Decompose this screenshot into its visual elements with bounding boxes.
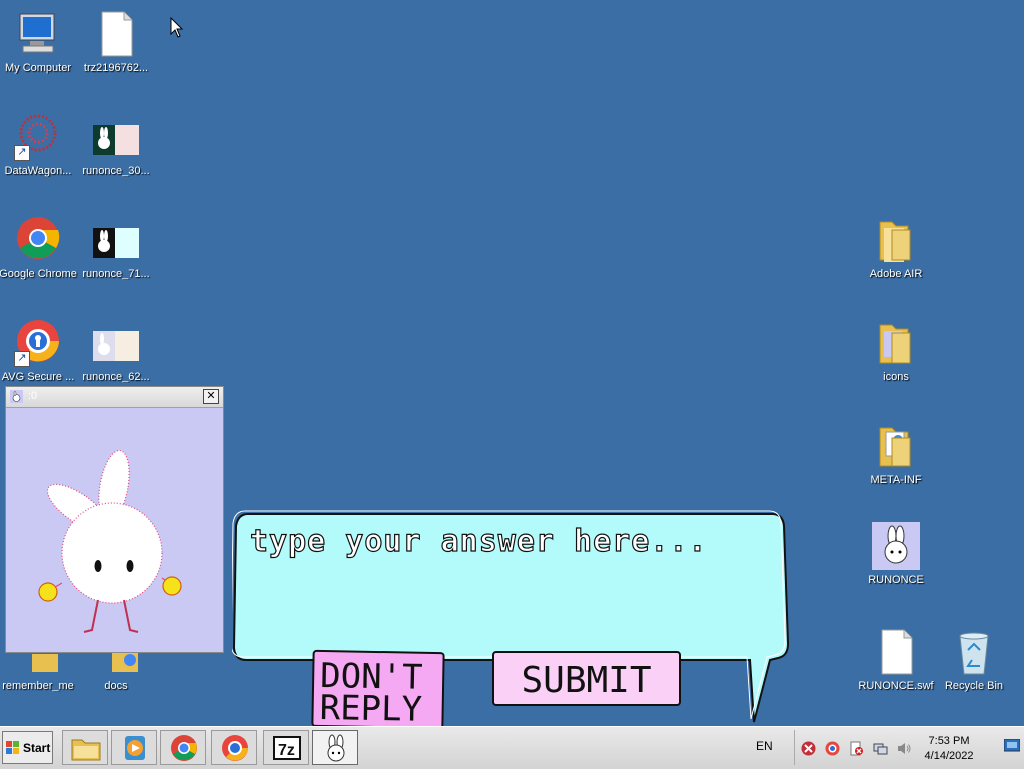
chrome-icon	[14, 216, 62, 264]
language-indicator[interactable]: EN	[756, 739, 773, 753]
popup-titlebar[interactable]: :0 ✕	[6, 387, 223, 408]
bunny-app-icon	[327, 734, 345, 762]
close-icon: ✕	[206, 390, 216, 402]
taskbar-file-explorer[interactable]	[62, 730, 108, 765]
mouse-cursor-icon	[170, 17, 184, 38]
close-button[interactable]: ✕	[203, 389, 219, 404]
desktop-icon-adobe-air[interactable]: Adobe AIR	[856, 216, 936, 280]
taskbar-7zip[interactable]: 7z	[263, 730, 309, 765]
desktop-icon-runonce-30[interactable]: runonce_30...	[76, 113, 156, 177]
7zip-icon: 7z	[273, 736, 301, 760]
shortcut-arrow-icon: ↗	[14, 351, 30, 367]
datawagon-icon: ↗	[14, 113, 62, 161]
start-label: Start	[23, 741, 51, 755]
recycle-bin-icon	[950, 628, 998, 676]
submit-button[interactable]: SUBMIT	[492, 651, 681, 706]
start-button[interactable]: Start	[2, 731, 53, 764]
avg-browser-icon	[222, 735, 248, 761]
desktop-icon-google-chrome[interactable]: Google Chrome	[0, 216, 78, 280]
file-icon	[872, 628, 920, 676]
desktop-icon-runonce-71[interactable]: runonce_71...	[76, 216, 156, 280]
taskbar-chrome[interactable]	[160, 730, 206, 765]
notification-area: 7:53 PM 4/14/2022	[794, 730, 995, 765]
bunny-character-illustration	[38, 449, 182, 633]
media-player-icon	[125, 736, 145, 760]
taskbar: Start 7z EN 7:53 PM 4/14/2022	[0, 726, 1024, 769]
desktop-icon-icons-folder[interactable]: icons	[856, 319, 936, 383]
clock[interactable]: 7:53 PM 4/14/2022	[919, 734, 979, 764]
computer-icon	[14, 10, 62, 58]
network-icon[interactable]	[873, 741, 888, 756]
desktop-icon-runonce-swf[interactable]: RUNONCE.swf	[856, 628, 936, 692]
desktop-icon-my-computer[interactable]: My Computer	[0, 10, 78, 74]
avg-browser-icon: ↗	[14, 319, 62, 367]
desktop-icon-avg-secure[interactable]: ↗ AVG Secure ...	[0, 319, 78, 383]
bunny-app-icon	[10, 390, 23, 403]
desktop-icon-runonce[interactable]: RUNONCE	[856, 522, 936, 586]
chrome-icon	[171, 735, 197, 761]
desktop-icon-recycle-bin[interactable]: Recycle Bin	[934, 628, 1014, 692]
desktop-icon-meta-inf[interactable]: META-INF	[856, 422, 936, 486]
desktop-icon-runonce-62[interactable]: runonce_62...	[76, 319, 156, 383]
file-icon	[92, 10, 140, 58]
volume-icon[interactable]	[897, 741, 912, 756]
avg-antivirus-icon[interactable]	[801, 741, 816, 756]
taskbar-runonce[interactable]	[312, 730, 358, 765]
folder-icon	[872, 319, 920, 367]
popup-title: :0	[28, 390, 38, 402]
windows-flag-icon	[6, 741, 19, 754]
folder-icon	[872, 422, 920, 470]
image-thumbnail-icon	[92, 113, 140, 161]
system-tray: EN 7:53 PM 4/14/2022	[756, 727, 1024, 769]
answer-input[interactable]: type your answer here...	[249, 523, 707, 559]
shortcut-arrow-icon: ↗	[14, 145, 30, 161]
file-explorer-icon	[71, 739, 101, 761]
show-desktop-icon[interactable]	[1004, 739, 1020, 753]
security-alert-icon[interactable]	[849, 741, 864, 756]
bunny-app-icon	[872, 522, 920, 570]
clock-time: 7:53 PM	[928, 735, 970, 747]
desktop-icon-datawagon[interactable]: ↗ DataWagon...	[0, 113, 78, 177]
avg-browser-icon[interactable]	[825, 741, 840, 756]
taskbar-avg-browser[interactable]	[211, 730, 257, 765]
clock-date: 4/14/2022	[924, 750, 974, 762]
folder-icon	[872, 216, 920, 264]
image-thumbnail-icon	[92, 216, 140, 264]
svg-text:7z: 7z	[278, 742, 295, 759]
taskbar-media-player[interactable]	[111, 730, 157, 765]
image-thumbnail-icon	[92, 319, 140, 367]
desktop-icon-trz-file[interactable]: trz2196762...	[76, 10, 156, 74]
dont-reply-button[interactable]: DON'T REPLY	[311, 649, 445, 730]
bunny-popup-window[interactable]: :0 ✕	[5, 386, 224, 653]
